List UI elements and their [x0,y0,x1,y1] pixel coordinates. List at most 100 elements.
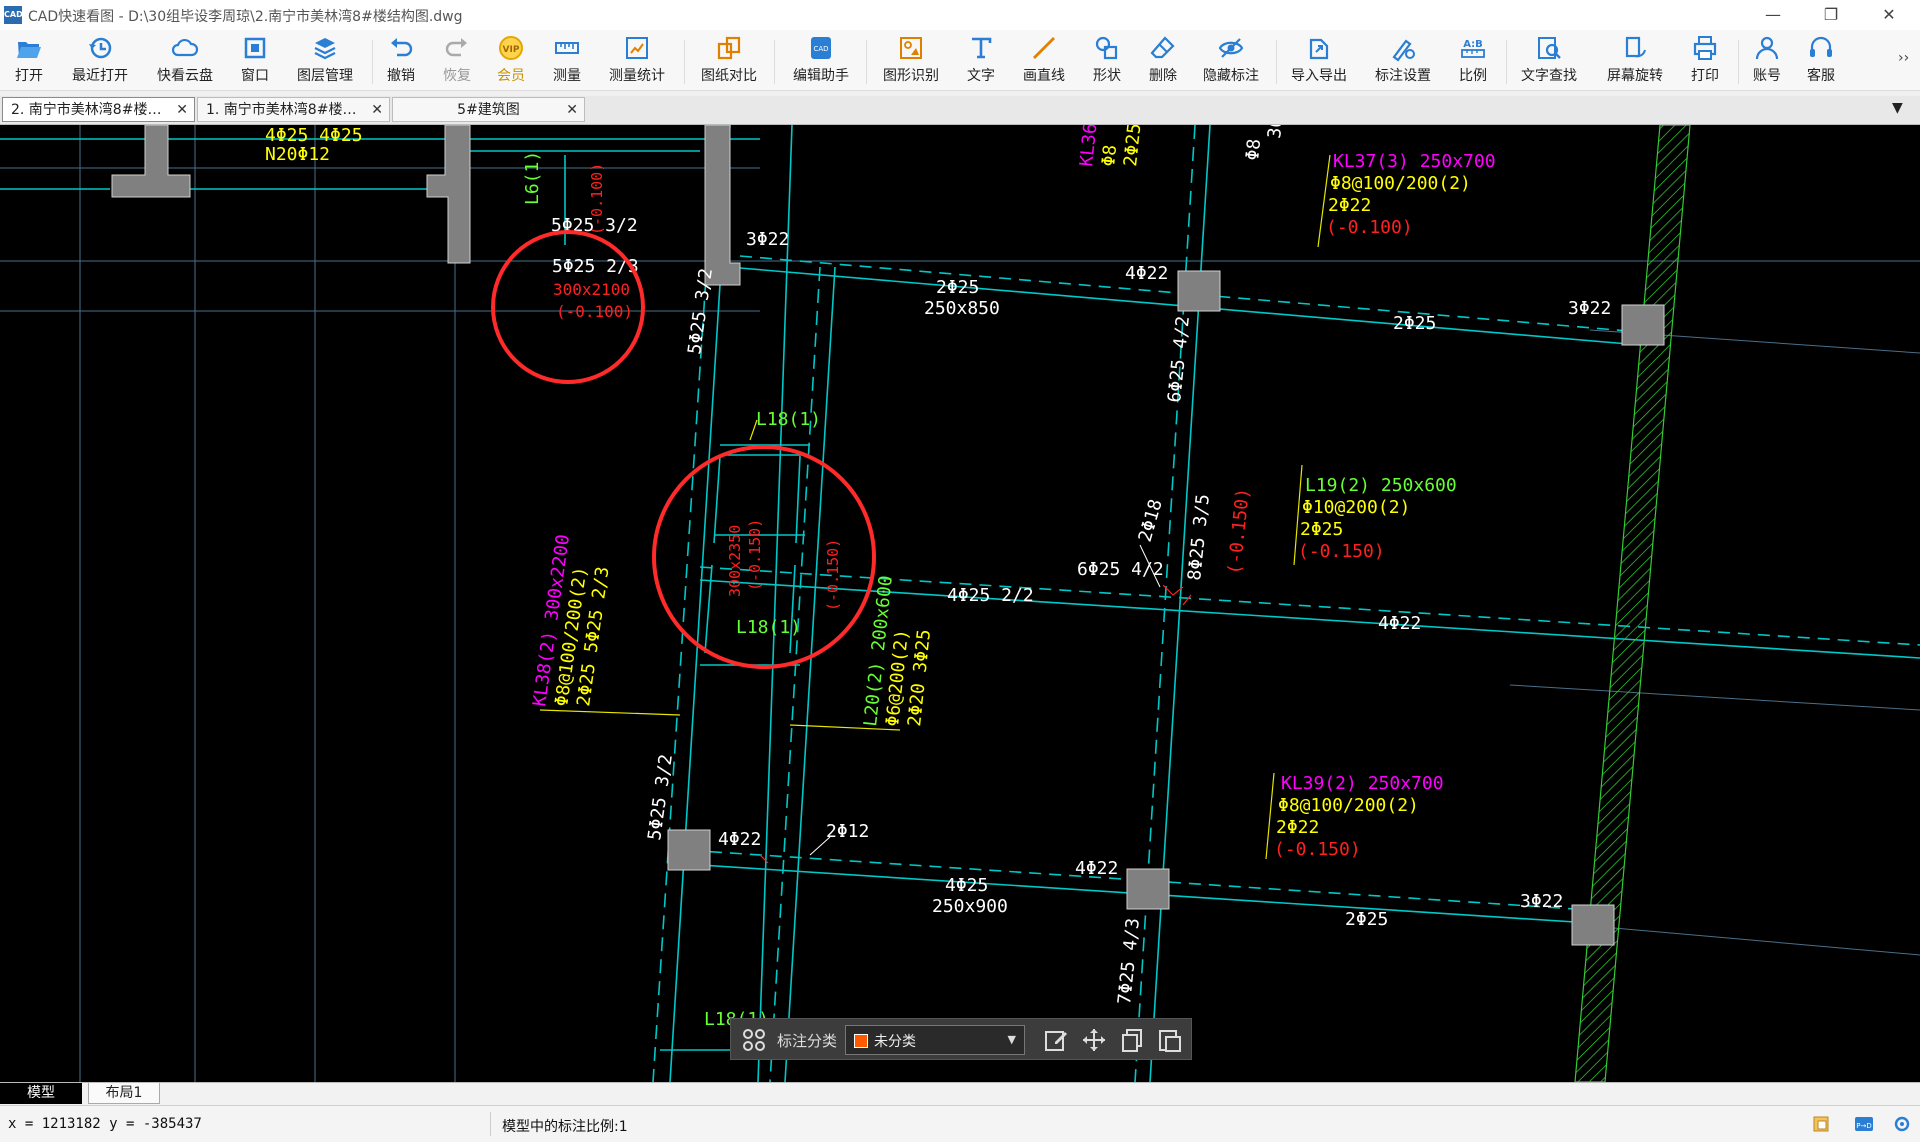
tab-document-1[interactable]: 1. 南宁市美林湾8#楼… ✕ [197,97,390,122]
cad-text: 2Φ25 [1300,519,1343,540]
tab-close-icon[interactable]: ✕ [566,98,578,121]
undo-icon [391,38,413,57]
grid-icon[interactable] [741,1027,767,1053]
measure-stats-button[interactable]: 测量统计 [602,34,672,88]
paste-icon[interactable] [1157,1027,1183,1053]
toolbar-overflow-chevron-icon[interactable]: ›› [1898,50,1909,66]
tab-close-icon[interactable]: ✕ [371,98,383,121]
layer-manager-button[interactable]: 图层管理 [290,34,360,88]
measure-stats-icon [626,37,648,59]
move-icon[interactable] [1081,1027,1107,1053]
cad-text: 250x850 [924,298,1000,319]
cad-text: 8Φ25 3/5 [1184,493,1214,581]
delete-button[interactable]: 删除 [1140,34,1186,88]
tab-list-dropdown-icon[interactable]: ▼ [1892,100,1903,116]
shape-recognize-button[interactable]: 图形识别 [876,34,946,88]
cad-text: 2Φ18 [1135,497,1167,544]
cad-text: 4Φ22 [1378,613,1421,634]
edit-annotation-icon[interactable] [1043,1027,1069,1053]
edit-assistant-button[interactable]: CAD 编辑助手 [786,34,856,88]
text-button[interactable]: 文字 [958,34,1004,88]
open-button[interactable]: 打开 [4,34,54,88]
cad-text: (-0.100) [1326,217,1413,238]
annotation-category-select[interactable]: 未分类 ▼ [845,1025,1025,1055]
screen-rotate-button[interactable]: 屏幕旋转 [1600,34,1670,88]
cad-drawing: 4Φ25 4Φ25 N20Φ12 L6(1) (-0.100) 5Φ25 3/2… [0,125,1920,1082]
tab-document-2[interactable]: 2. 南宁市美林湾8#楼… ✕ [2,97,195,122]
ruler-icon [555,42,579,54]
shape-recognize-icon [900,37,922,59]
close-window-button[interactable]: ✕ [1866,0,1912,30]
import-export-button[interactable]: 导入导出 [1284,34,1354,88]
cad-text: Φ8@100/200(2) [1278,795,1419,816]
folder-open-icon [17,42,41,58]
hide-annotation-button[interactable]: 隐藏标注 [1196,34,1266,88]
toolbar-separator [684,40,685,84]
window-button[interactable]: 窗口 [232,34,278,88]
recent-open-button[interactable]: 最近打开 [66,34,134,88]
cad-text: 30 [1264,125,1287,140]
vip-button[interactable]: VIP 会员 [488,34,534,88]
tab-label: 2. 南宁市美林湾8#楼… [11,102,162,118]
cad-text: 3Φ22 [1520,891,1563,912]
tab-label: 5#建筑图 [457,102,520,118]
redo-button[interactable]: 恢复 [434,34,480,88]
annotation-settings-button[interactable]: 标注设置 [1368,34,1438,88]
cad-text: 2Φ25 [936,277,979,298]
cad-text: L6(1) [522,151,543,205]
text-icon [972,37,992,59]
print-button[interactable]: 打印 [1682,34,1728,88]
cloud-drive-button[interactable]: 快看云盘 [150,34,220,88]
main-toolbar: 打开 最近打开 快看云盘 窗口 图层管理 撤销 恢复 VIP 会员 测量 测量统… [0,30,1920,91]
annotation-toolbar: 标注分类 未分类 ▼ [730,1018,1192,1060]
compare-drawings-button[interactable]: 图纸对比 [694,34,764,88]
cad-text: Φ10@200(2) [1302,497,1410,518]
toolbar-separator [372,40,373,84]
layer-toggle-icon[interactable] [1812,1114,1832,1134]
measure-button[interactable]: 测量 [544,34,590,88]
edit-assistant-icon: CAD [811,37,831,59]
cad-text: 2Φ12 [826,821,869,842]
annotation-category-label: 标注分类 [777,1032,838,1050]
cad-text: 2Φ25 [1120,125,1145,168]
cursor-coordinates: x = 1213182 y = -385437 [8,1116,202,1132]
vip-icon: VIP [499,36,523,60]
pdf-convert-icon[interactable]: P→D [1854,1114,1874,1134]
shape-button[interactable]: 形状 [1084,34,1130,88]
scale-button[interactable]: A:B 比例 [1450,34,1496,88]
shape-icon [1095,36,1118,60]
cad-text: (-0.150) [1274,839,1361,860]
draw-line-button[interactable]: 画直线 [1016,34,1072,88]
text-search-button[interactable]: 文字查找 [1514,34,1584,88]
copy-icon[interactable] [1119,1027,1145,1053]
headset-icon [1810,36,1832,57]
drawing-canvas[interactable]: 4Φ25 4Φ25 N20Φ12 L6(1) (-0.100) 5Φ25 3/2… [0,125,1920,1082]
cad-text: Φ8 [1242,138,1265,162]
cad-text: 300x2350 [726,525,744,597]
eraser-icon [1150,36,1175,59]
cad-text: 2Φ25 [1345,909,1388,930]
cloud-icon [171,38,199,57]
settings-gear-icon[interactable] [1892,1114,1912,1134]
toolbar-separator [866,40,867,84]
status-bar: x = 1213182 y = -385437 模型中的标注比例:1 P→D [0,1105,1920,1142]
user-icon [1755,36,1779,60]
tab-document-5[interactable]: 5#建筑图 ✕ [392,97,585,122]
minimize-button[interactable]: — [1750,0,1796,30]
window-icon [244,37,266,59]
tab-model[interactable]: 模型 [0,1083,82,1104]
window-title: CAD快速看图 - D:\30组毕设李周琼\2.南宁市美林湾8#楼结构图.dwg [28,9,463,25]
cad-text: 250x900 [932,896,1008,917]
toolbar-separator [1276,40,1277,84]
cad-text: L18(1) [756,409,821,430]
cad-text: 4Φ22 [718,829,761,850]
svg-text:VIP: VIP [503,45,520,55]
small-red-marks [759,584,1192,864]
undo-button[interactable]: 撤销 [378,34,424,88]
toolbar-separator [1738,40,1739,84]
customer-service-button[interactable]: 客服 [1798,34,1844,88]
tab-layout1[interactable]: 布局1 [88,1083,160,1104]
restore-button[interactable]: ❐ [1808,0,1854,30]
account-button[interactable]: 账号 [1744,34,1790,88]
tab-close-icon[interactable]: ✕ [176,98,188,121]
